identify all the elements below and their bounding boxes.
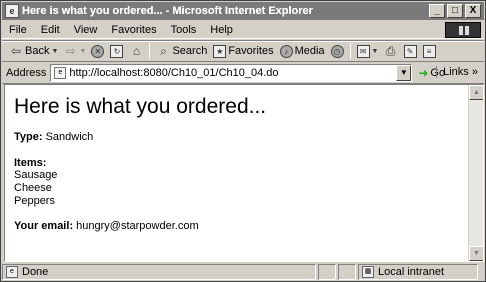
dropdown-arrow-icon: ▼ [51, 47, 59, 55]
back-label: Back [25, 45, 50, 57]
items-heading: Items: [14, 157, 47, 169]
dropdown-arrow-icon: ▼ [79, 47, 87, 55]
minimize-button[interactable]: _ [429, 4, 445, 18]
scroll-up-button[interactable]: ▲ [469, 85, 483, 100]
vertical-scrollbar[interactable]: ▲ ▼ [468, 85, 483, 261]
browser-window: e Here is what you ordered... - Microsof… [0, 0, 486, 282]
history-button[interactable]: ◷ [328, 42, 347, 60]
ie-page-icon: e [5, 4, 19, 18]
url-input[interactable] [69, 66, 390, 79]
email-row: Your email: hungry@starpowder.com [14, 220, 199, 232]
toolbar-separator [149, 43, 151, 59]
page-icon: e [54, 66, 67, 79]
forward-button[interactable]: ⇨ ▼ [60, 42, 88, 60]
status-pane [318, 264, 336, 280]
back-button[interactable]: ⇦ Back ▼ [6, 42, 60, 60]
home-icon: ⌂ [132, 44, 141, 58]
page-content: Here is what you ordered... Type: Sandwi… [14, 95, 464, 246]
search-button[interactable]: ⌕ Search [153, 42, 210, 60]
zone-text: Local intranet [378, 266, 445, 278]
page-viewport: Here is what you ordered... Type: Sandwi… [4, 84, 484, 262]
stop-icon: ✕ [91, 44, 105, 58]
list-item: Peppers [14, 195, 55, 207]
close-button[interactable]: X [465, 4, 481, 18]
windows-logo-icon [445, 22, 481, 38]
address-label: Address [6, 66, 47, 79]
menu-tools[interactable]: Tools [164, 24, 204, 36]
address-field[interactable]: e ▼ [50, 63, 413, 82]
discuss-button[interactable]: ≡ [420, 42, 439, 60]
favorites-button[interactable]: ★ Favorites [210, 42, 276, 60]
toolbar-separator [349, 43, 351, 59]
type-value: Sandwich [45, 131, 94, 143]
security-zone: ▦ Local intranet [358, 264, 478, 280]
print-button[interactable]: ⎙ [381, 42, 401, 60]
items-block: Items: Sausage Cheese Peppers [14, 157, 464, 208]
type-row: Type: Sandwich [14, 131, 94, 143]
search-icon: ⌕ [160, 43, 167, 58]
edit-icon: ✎ [403, 44, 417, 58]
menu-help[interactable]: Help [203, 24, 240, 36]
window-controls: _ □ X [429, 4, 481, 18]
menu-edit[interactable]: Edit [34, 24, 67, 36]
type-label: Type [14, 131, 39, 143]
intranet-icon: ▦ [362, 266, 374, 278]
list-item: Cheese [14, 182, 52, 194]
favorites-icon: ★ [213, 44, 227, 58]
status-text: Done [22, 266, 49, 278]
home-button[interactable]: ⌂ [126, 42, 146, 60]
favorites-label: Favorites [228, 45, 274, 57]
page-done-icon: e [6, 266, 18, 278]
scroll-down-button[interactable]: ▼ [469, 246, 483, 261]
media-label: Media [294, 45, 325, 57]
mail-icon: ✉ [356, 44, 370, 58]
status-bar: e Done ▦ Local intranet [2, 263, 484, 281]
list-item: Sausage [14, 169, 58, 181]
menu-file[interactable]: File [2, 24, 34, 36]
history-icon: ◷ [330, 44, 344, 58]
discuss-icon: ≡ [422, 44, 436, 58]
print-icon: ⎙ [385, 43, 396, 58]
links-label: Links [443, 66, 469, 78]
refresh-icon: ↻ [110, 44, 124, 58]
media-button[interactable]: ♪ Media [277, 42, 328, 60]
status-pane [338, 264, 356, 280]
media-icon: ♪ [279, 44, 293, 58]
stop-button[interactable]: ✕ [88, 42, 107, 60]
menu-bar: File Edit View Favorites Tools Help [2, 21, 484, 39]
refresh-button[interactable]: ↻ [107, 42, 126, 60]
forward-arrow-icon: ⇨ [65, 44, 76, 58]
back-arrow-icon: ⇦ [10, 44, 22, 58]
window-title: Here is what you ordered... - Microsoft … [22, 5, 313, 17]
go-arrow-icon: ➜ [418, 65, 429, 80]
links-button[interactable]: Links » [436, 66, 478, 78]
menu-view[interactable]: View [67, 24, 105, 36]
dropdown-arrow-icon: ▼ [371, 47, 379, 55]
mail-button[interactable]: ✉ ▼ [354, 42, 381, 60]
menu-favorites[interactable]: Favorites [104, 24, 163, 36]
page-heading: Here is what you ordered... [14, 95, 267, 118]
email-value: hungry@starpowder.com [76, 220, 199, 232]
title-bar: e Here is what you ordered... - Microsof… [2, 2, 484, 20]
search-label: Search [172, 45, 208, 57]
standard-toolbar: ⇦ Back ▼ ⇨ ▼ ✕ ↻ ⌂ ⌕ Search ★ Favorites … [2, 40, 484, 62]
status-main: e Done [2, 264, 316, 280]
edit-button[interactable]: ✎ [401, 42, 420, 60]
address-bar: Address e ▼ ➜ Go Links » [2, 62, 484, 84]
items-list: Sausage Cheese Peppers [14, 169, 464, 208]
address-dropdown-button[interactable]: ▼ [396, 64, 412, 81]
email-label: Your email [14, 220, 70, 232]
maximize-button[interactable]: □ [447, 4, 463, 18]
